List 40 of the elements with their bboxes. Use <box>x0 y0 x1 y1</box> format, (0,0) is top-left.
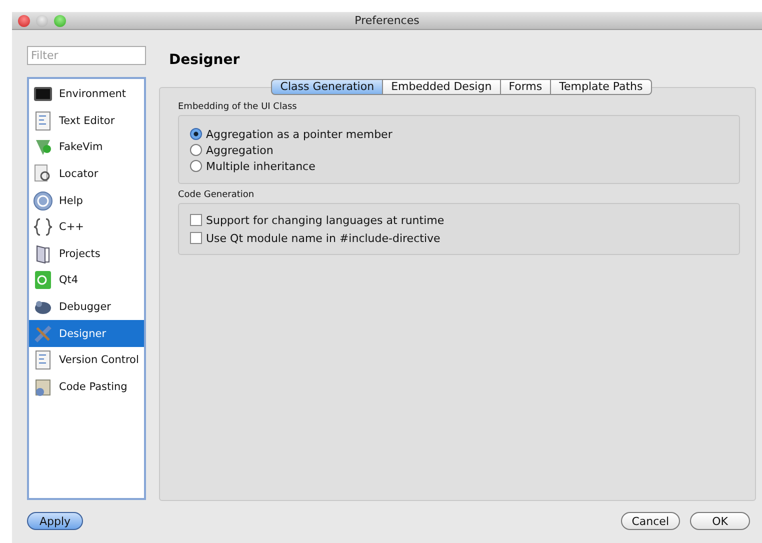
close-button[interactable] <box>18 14 30 26</box>
document-icon <box>33 350 53 370</box>
window-title: Preferences <box>354 14 420 27</box>
sidebar-item[interactable]: C++ <box>29 214 144 241</box>
group-title: Embedding of the UI Class <box>178 102 298 114</box>
zoom-button[interactable] <box>54 14 66 26</box>
sidebar-item[interactable]: Qt4 <box>29 267 144 294</box>
cancel-button[interactable]: Cancel <box>620 512 680 530</box>
group-title: Code Generation <box>178 190 256 202</box>
option-label: Use Qt module name in #include-directive <box>206 232 440 244</box>
document-icon <box>33 110 53 131</box>
sidebar-item[interactable]: Help <box>29 187 144 214</box>
tab[interactable]: Embedded Design <box>383 79 501 95</box>
radio-button[interactable] <box>190 128 202 140</box>
sidebar-item[interactable]: Text Editor <box>29 108 144 134</box>
sidebar-item[interactable]: Locator <box>29 160 144 188</box>
filter-field[interactable]: Filter <box>27 46 146 65</box>
sidebar-item[interactable]: Code Pasting <box>29 374 144 400</box>
checkbox[interactable] <box>190 232 202 244</box>
radio-button[interactable] <box>190 144 202 156</box>
radio-button[interactable] <box>190 160 202 172</box>
option-label: Aggregation <box>206 144 274 156</box>
question-icon <box>33 190 53 211</box>
sidebar-item[interactable]: Projects <box>29 240 144 268</box>
sidebar-item[interactable]: Debugger <box>29 294 144 320</box>
sidebar-item[interactable]: Version Control <box>29 346 144 374</box>
option-label: Multiple inheritance <box>206 160 316 172</box>
apply-button[interactable]: Apply <box>27 512 83 530</box>
sidebar-item[interactable]: Designer <box>29 320 144 347</box>
ok-button[interactable]: OK <box>690 512 750 530</box>
option-label: Aggregation as a pointer member <box>206 128 392 140</box>
option-label: Support for changing languages at runtime <box>206 214 444 226</box>
tab[interactable]: Template Paths <box>551 79 652 95</box>
braces-icon <box>33 217 53 238</box>
sidebar-item[interactable]: Environment <box>29 81 144 108</box>
tab[interactable]: Forms <box>500 79 552 95</box>
sidebar-item[interactable]: FakeVim <box>29 134 144 161</box>
tab[interactable]: Class Generation <box>271 79 384 95</box>
page-title: Designer <box>169 52 241 70</box>
checkbox[interactable] <box>190 214 202 226</box>
